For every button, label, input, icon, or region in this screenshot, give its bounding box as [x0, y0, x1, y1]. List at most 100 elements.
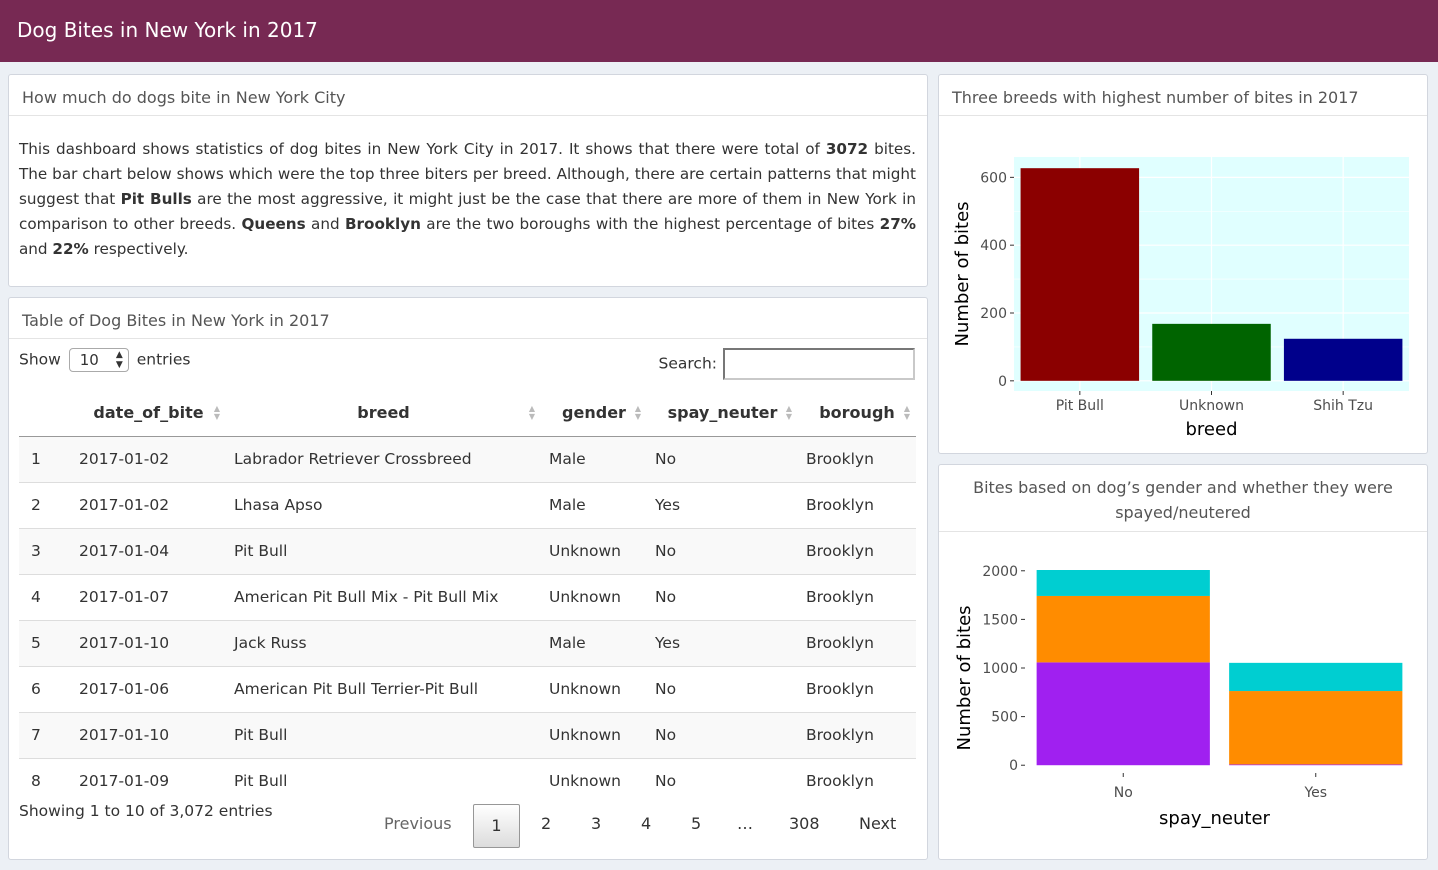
x-tick-label: Unknown — [1179, 398, 1244, 414]
gender-cell: Unknown — [541, 665, 647, 712]
gender-chart-header: Bites based on dog’s gender and whether … — [939, 465, 1427, 532]
stacked-bar-segment — [1036, 595, 1210, 663]
page-button-4[interactable]: 4 — [641, 814, 651, 833]
y-tick-label: 1500 — [982, 612, 1018, 628]
y-tick-label: 600 — [980, 170, 1007, 186]
breed-cell: Pit Bull — [226, 757, 541, 804]
search-input[interactable] — [723, 348, 915, 380]
y-axis-title: Number of bites — [952, 201, 973, 346]
page-button-5[interactable]: 5 — [691, 814, 701, 833]
table-header-row: date_of_bite ▲ ▼ breed ▲ ▼ gender ▲ ▼ spay_neu… — [19, 390, 916, 437]
table-box-title: Table of Dog Bites in New York in 2017 — [22, 311, 330, 330]
dashboard-title: Dog Bites in New York in 2017 — [17, 18, 318, 42]
gender-cell: Male — [541, 435, 647, 482]
column-header-label: breed — [357, 403, 410, 423]
page-button-1[interactable]: 1 — [473, 804, 520, 848]
gender-chart-box: Bites based on dog’s gender and whether … — [938, 464, 1428, 860]
spay-neuter-cell: No — [647, 435, 798, 482]
queens-percentage: 27% — [879, 215, 917, 233]
table-row[interactable]: 6 2017-01-06 American Pit Bull Terrier-Pit… — [19, 665, 916, 712]
pagination-ellipsis: … — [737, 814, 753, 833]
gender-cell: Male — [541, 619, 647, 666]
stacked-bar-segment — [1036, 570, 1210, 596]
table-row[interactable]: 5 2017-01-10 Jack Russ Male Yes Brooklyn — [19, 619, 916, 666]
breed-bar-chart: Pit Bull Unknown Shih Tzu 0 200 400 600 breed Nu… — [952, 157, 1409, 440]
intro-text-part: This dashboard shows statistics of dog b… — [19, 140, 826, 158]
y-tick-label: 200 — [980, 306, 1007, 322]
gender-cell: Unknown — [541, 711, 647, 758]
date-of-bite-cell: 2017-01-09 — [71, 757, 226, 804]
borough-cell: Brooklyn — [798, 665, 916, 712]
gender-cell: Unknown — [541, 757, 647, 804]
x-tick-label: Yes — [1303, 785, 1327, 801]
select-arrows-icon: ▲ ▼ — [115, 350, 123, 370]
column-header-index — [19, 390, 71, 437]
breed-chart-header: Three breeds with highest number of bite… — [939, 75, 1427, 116]
column-header-label: date_of_bite — [93, 403, 204, 423]
row-index: 8 — [19, 757, 71, 804]
table-box-header: Table of Dog Bites in New York in 2017 — [9, 298, 927, 339]
sort-icon: ▲ ▼ — [528, 404, 535, 421]
borough-cell: Brooklyn — [798, 527, 916, 574]
breed-cell: Labrador Retriever Crossbreed — [226, 435, 541, 482]
column-header-date-of-bite[interactable]: date_of_bite ▲ ▼ — [71, 390, 226, 437]
previous-page-button[interactable]: Previous — [384, 814, 452, 833]
pit-bulls-emphasis: Pit Bulls — [120, 190, 192, 208]
next-page-button[interactable]: Next — [859, 814, 896, 833]
table-row[interactable]: 1 2017-01-02 Labrador Retriever Crossbreed… — [19, 435, 916, 482]
bar — [1020, 168, 1140, 381]
dog-bites-table: date_of_bite ▲ ▼ breed ▲ ▼ gender ▲ ▼ spay_neu… — [19, 390, 916, 804]
date-of-bite-cell: 2017-01-10 — [71, 619, 226, 666]
date-of-bite-cell: 2017-01-06 — [71, 665, 226, 712]
column-header-gender[interactable]: gender ▲ ▼ — [541, 390, 647, 437]
spay-neuter-cell: No — [647, 711, 798, 758]
entries-select[interactable]: 10 ▲ ▼ — [68, 348, 129, 372]
breed-chart-box: Three breeds with highest number of bite… — [938, 74, 1428, 454]
date-of-bite-cell: 2017-01-07 — [71, 573, 226, 620]
y-axis-title: Number of bites — [954, 605, 975, 750]
row-index: 6 — [19, 665, 71, 712]
brooklyn-emphasis: Brooklyn — [344, 215, 421, 233]
breed-cell: Jack Russ — [226, 619, 541, 666]
sort-icon: ▲ ▼ — [785, 404, 792, 421]
gender-cell: Unknown — [541, 573, 647, 620]
y-tick-label: 2000 — [982, 564, 1018, 580]
gender-cell: Male — [541, 481, 647, 528]
page-button-3[interactable]: 3 — [591, 814, 601, 833]
column-header-spay-neuter[interactable]: spay_neuter ▲ ▼ — [647, 390, 798, 437]
total-bites: 3072 — [825, 140, 869, 158]
page-button-308[interactable]: 308 — [789, 814, 820, 833]
breed-cell: American Pit Bull Mix - Pit Bull Mix — [226, 573, 541, 620]
column-header-label: spay_neuter — [667, 403, 778, 423]
table-body: 1 2017-01-02 Labrador Retriever Crossbreed… — [19, 435, 916, 804]
intro-text-part: are the two boroughs with the highest pe… — [420, 215, 880, 233]
table-search: Search: — [659, 348, 915, 380]
column-header-breed[interactable]: breed ▲ ▼ — [226, 390, 541, 437]
brooklyn-percentage: 22% — [52, 240, 89, 258]
date-of-bite-cell: 2017-01-02 — [71, 481, 226, 528]
table-row[interactable]: 3 2017-01-04 Pit Bull Unknown No Brooklyn — [19, 527, 916, 574]
spay-neuter-stacked-chart: No Yes 0 500 1000 1500 2000 spay_neuter Number o… — [954, 564, 1403, 829]
x-tick-label: Pit Bull — [1056, 398, 1104, 414]
row-index: 5 — [19, 619, 71, 666]
borough-cell: Brooklyn — [798, 619, 916, 666]
spay-neuter-cell: Yes — [647, 481, 798, 528]
stacked-bar-segment — [1036, 662, 1210, 766]
column-header-borough[interactable]: borough ▲ ▼ — [798, 390, 916, 437]
stacked-bar-segment — [1229, 662, 1403, 692]
sort-icon: ▲ ▼ — [213, 404, 220, 421]
table-row[interactable]: 8 2017-01-09 Pit Bull Unknown No Brooklyn — [19, 757, 916, 804]
table-row[interactable]: 2 2017-01-02 Lhasa Apso Male Yes Brooklyn — [19, 481, 916, 528]
table-row[interactable]: 7 2017-01-10 Pit Bull Unknown No Brooklyn — [19, 711, 916, 758]
stacked-bar-segment — [1229, 764, 1403, 766]
breed-chart-title: Three breeds with highest number of bite… — [952, 88, 1359, 107]
intro-box: How much do dogs bite in New York City T… — [8, 74, 928, 287]
column-header-label: gender — [562, 403, 626, 423]
x-tick-label: No — [1114, 785, 1133, 801]
table-row[interactable]: 4 2017-01-07 American Pit Bull Mix - Pit B… — [19, 573, 916, 620]
y-tick-label: 0 — [998, 374, 1007, 390]
borough-cell: Brooklyn — [798, 481, 916, 528]
page-button-2[interactable]: 2 — [541, 814, 551, 833]
intro-text-part: respectively. — [88, 240, 189, 258]
row-index: 1 — [19, 435, 71, 482]
